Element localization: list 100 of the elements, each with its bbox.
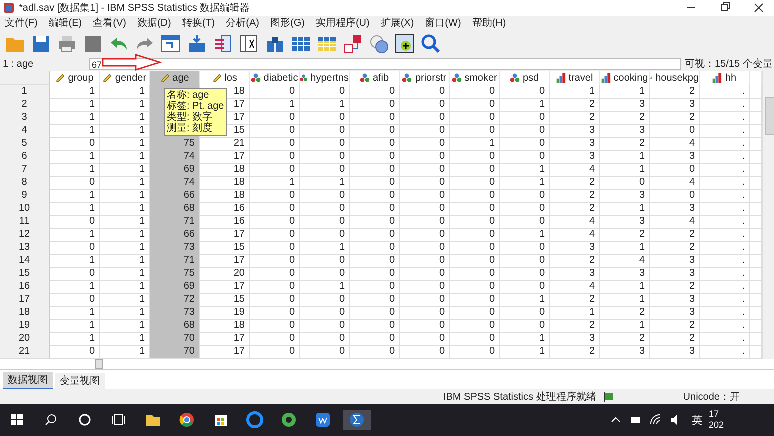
vertical-scrollbar[interactable] — [762, 71, 774, 359]
column-header[interactable]: gender — [100, 71, 150, 85]
row-number[interactable]: 2 — [0, 98, 50, 112]
app-icon — [3, 2, 15, 14]
row-number[interactable]: 17 — [0, 293, 50, 307]
wifi-icon[interactable] — [650, 414, 662, 426]
goto-variable-icon[interactable] — [186, 33, 208, 55]
menu-item[interactable]: 实用程序(U) — [312, 16, 378, 31]
table-cell: 1 — [300, 280, 350, 294]
cell-editor-field[interactable]: 67 — [89, 58, 681, 70]
table-cell: 0 — [450, 202, 500, 216]
table-cell: 17 — [200, 228, 250, 242]
menu-item[interactable]: 编辑(E) — [46, 16, 90, 31]
column-header[interactable]: diabetic — [250, 71, 300, 85]
table-cell: 0 — [500, 254, 550, 268]
add-icon[interactable] — [394, 33, 416, 55]
table-cell: . — [700, 163, 750, 177]
row-number[interactable]: 21 — [0, 345, 50, 359]
row-number[interactable]: 9 — [0, 189, 50, 203]
table-cell: 0 — [250, 215, 300, 229]
row-number[interactable]: 15 — [0, 267, 50, 281]
row-number[interactable]: 4 — [0, 124, 50, 138]
table-cell: 0 — [50, 267, 100, 281]
table-cell: 0 — [450, 150, 500, 164]
column-header[interactable]: age — [150, 71, 200, 85]
row-number[interactable]: 18 — [0, 306, 50, 320]
table-cell: 0 — [250, 111, 300, 125]
table-cell: . — [700, 150, 750, 164]
table-cell: 0 — [450, 189, 500, 203]
table-cell: . — [700, 332, 750, 346]
value-labels-icon[interactable] — [342, 33, 364, 55]
row-number[interactable]: 19 — [0, 319, 50, 333]
ruler-icon — [212, 73, 222, 83]
column-header[interactable]: smoker — [450, 71, 500, 85]
row-number[interactable]: 14 — [0, 254, 50, 268]
circles-icon[interactable] — [368, 33, 390, 55]
row-number[interactable]: 12 — [0, 228, 50, 242]
table-cell: 1 — [450, 137, 500, 151]
sigma-icon[interactable] — [343, 410, 371, 430]
row-number[interactable]: 20 — [0, 332, 50, 346]
row-number[interactable]: 8 — [0, 176, 50, 190]
table-cell: 0 — [300, 306, 350, 320]
printer-icon[interactable] — [56, 33, 78, 55]
bar-icon — [712, 73, 722, 83]
menu-item[interactable]: 图形(G) — [267, 16, 313, 31]
table-cell: 0 — [450, 293, 500, 307]
table-cell: 2 — [650, 241, 700, 255]
table-cell: 1 — [50, 85, 100, 99]
clock[interactable]: 17 202 — [708, 409, 724, 431]
input-method[interactable]: 英 — [692, 412, 703, 428]
table-cell: 1 — [300, 98, 350, 112]
menu-item[interactable]: 数据(D) — [134, 16, 180, 31]
row-number[interactable]: 16 — [0, 280, 50, 294]
table-cell: 74 — [150, 176, 200, 190]
row-number[interactable]: 1 — [0, 85, 50, 99]
table-cell: 1 — [500, 228, 550, 242]
view-tab[interactable]: 变量视图 — [55, 372, 105, 388]
save-icon[interactable] — [30, 33, 52, 55]
column-header[interactable]: hypertns — [300, 71, 350, 85]
table-cell: 0 — [350, 241, 400, 255]
column-header[interactable]: cooking — [600, 71, 650, 85]
table-cell: . — [700, 124, 750, 138]
row-number[interactable]: 6 — [0, 150, 50, 164]
menu-item[interactable]: 帮助(H) — [469, 16, 514, 31]
menu-item[interactable]: 窗口(W) — [422, 16, 470, 31]
table-cell: 3 — [600, 267, 650, 281]
row-number[interactable]: 10 — [0, 202, 50, 216]
ruler-icon — [102, 73, 112, 83]
circles-icon — [452, 73, 462, 83]
menu-item[interactable]: 扩展(X) — [378, 16, 422, 31]
table-cell: . — [700, 189, 750, 203]
table-cell: 2 — [550, 254, 600, 268]
table-cell: 1 — [500, 163, 550, 177]
row-number[interactable]: 7 — [0, 163, 50, 177]
row-number[interactable]: 11 — [0, 215, 50, 229]
menu-item[interactable]: 文件(F) — [2, 16, 46, 31]
variables-icon[interactable] — [212, 33, 234, 55]
table-cell: 70 — [150, 332, 200, 346]
table-cell: 3 — [600, 189, 650, 203]
circles-icon — [360, 73, 370, 83]
table-cell: 1 — [50, 228, 100, 242]
table-cell: 4 — [550, 215, 600, 229]
table-cell: 74 — [150, 150, 200, 164]
table-cell: 0 — [300, 85, 350, 99]
battery-icon[interactable] — [630, 414, 642, 426]
table-cell: 0 — [400, 98, 450, 112]
table-cell: 4 — [650, 176, 700, 190]
view-tab[interactable]: 数据视图 — [3, 372, 53, 390]
table-cell: 1 — [600, 150, 650, 164]
row-number[interactable]: 5 — [0, 137, 50, 151]
menu-item[interactable]: 查看(V) — [90, 16, 134, 31]
row-number[interactable]: 3 — [0, 111, 50, 125]
column-header[interactable]: housekpg — [650, 71, 700, 85]
menu-item[interactable]: 转换(T) — [179, 16, 224, 31]
row-number[interactable]: 13 — [0, 241, 50, 255]
menu-item[interactable]: 分析(A) — [223, 16, 268, 31]
table-cell: 0 — [350, 98, 400, 112]
table-cell: 1 — [50, 124, 100, 138]
table-cell: 3 — [650, 202, 700, 216]
column-header[interactable]: priorstr — [400, 71, 450, 85]
